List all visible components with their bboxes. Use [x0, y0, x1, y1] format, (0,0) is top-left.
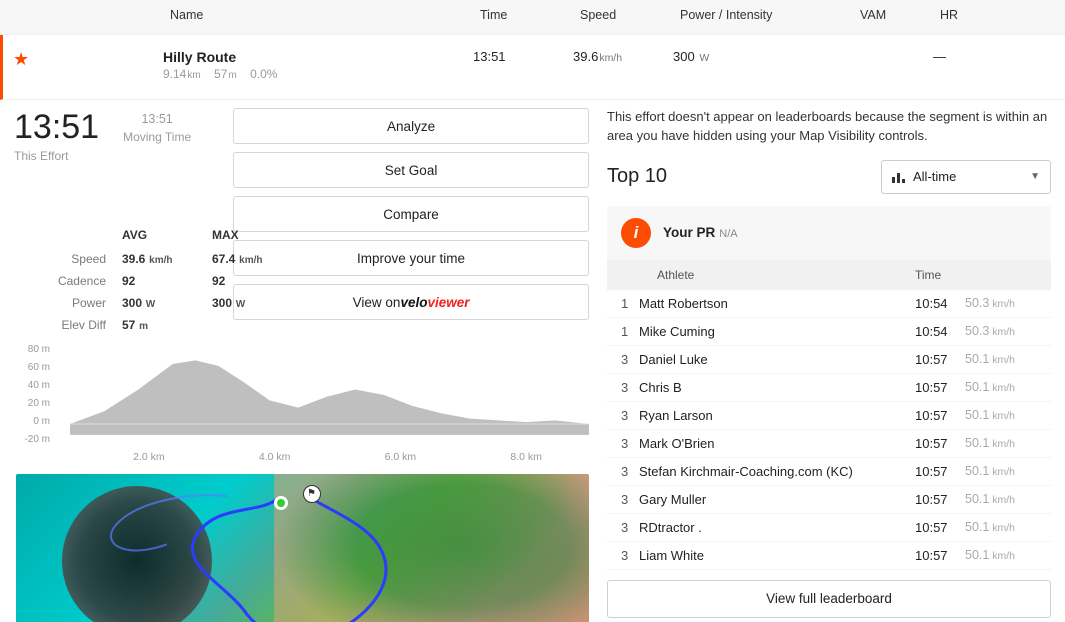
elevation-chart: 80 m 60 m 40 m 20 m 0 m -20 m 2.0 km 4.0 km 6.0… [14, 344, 589, 464]
segment-speed: 39.6km/h [573, 49, 673, 64]
view-full-leaderboard-button[interactable]: View full leaderboard [607, 580, 1051, 618]
elev-x-tick: 4.0 km [259, 451, 291, 463]
map-finish-marker-icon [303, 485, 321, 503]
elev-y-tick: 40 m [14, 380, 50, 391]
leaderboard-row[interactable]: 3Stefan Kirchmair-Coaching.com (KC)10:57… [607, 458, 1051, 486]
chevron-down-icon: ▼ [1030, 171, 1040, 182]
analyze-button[interactable]: Analyze [233, 108, 589, 144]
map-start-marker-icon [274, 496, 288, 510]
stat-row: Power300 W300 W [32, 296, 312, 310]
lb-hdr-athlete: Athlete [657, 268, 915, 282]
moving-time: 13:51 [123, 112, 191, 126]
hdr-vam: VAM [860, 8, 940, 22]
segment-time: 13:51 [473, 49, 573, 64]
leaderboard-row[interactable]: 3Ryan Larson10:5750.1 km/h [607, 402, 1051, 430]
elev-y-tick: 80 m [14, 344, 50, 355]
effort-time: 13:51 [14, 108, 99, 147]
leaderboard-row[interactable]: 1Matt Robertson10:5450.3 km/h [607, 290, 1051, 318]
segment-subline: 9.14km 57m 0.0% [163, 67, 473, 81]
elev-y-tick: 0 m [14, 416, 50, 427]
elev-y-tick: 60 m [14, 362, 50, 373]
leaderboard-row[interactable]: 1Mike Cuming10:5450.3 km/h [607, 318, 1051, 346]
segment-row[interactable]: ★ Hilly Route 9.14km 57m 0.0% 13:51 39.6… [0, 35, 1065, 100]
stat-row: Speed39.6 km/h67.4 km/h [32, 252, 312, 266]
hdr-hr: HR [940, 8, 1000, 22]
hdr-time: Time [480, 8, 580, 22]
segment-hr: — [933, 49, 993, 64]
leaderboard-row[interactable]: 3Daniel Luke10:5750.1 km/h [607, 346, 1051, 374]
segment-name: Hilly Route [163, 49, 473, 65]
pr-badge-icon: i [621, 218, 651, 248]
leaderboard-row[interactable]: 3Mark O'Brien10:5750.1 km/h [607, 430, 1051, 458]
leaderboard: Athlete Time 1Matt Robertson10:5450.3 km… [607, 260, 1051, 570]
elev-x-tick: 8.0 km [510, 451, 542, 463]
hdr-name: Name [170, 8, 480, 22]
timeframe-selector[interactable]: All-time ▼ [881, 160, 1051, 194]
segment-map[interactable] [16, 474, 589, 622]
set-goal-button[interactable]: Set Goal [233, 152, 589, 188]
leaderboard-row[interactable]: 3Liam White10:5750.1 km/h [607, 542, 1051, 570]
leaderboard-notice: This effort doesn't appear on leaderboar… [607, 108, 1051, 146]
elev-x-tick: 6.0 km [385, 451, 417, 463]
top10-title: Top 10 [607, 165, 667, 188]
leaderboard-row[interactable]: 3Chris B10:5750.1 km/h [607, 374, 1051, 402]
elev-x-tick: 2.0 km [133, 451, 165, 463]
bars-icon [892, 171, 905, 183]
moving-time-label: Moving Time [123, 130, 191, 144]
leaderboard-row[interactable]: 3Gary Muller10:5750.1 km/h [607, 486, 1051, 514]
lb-hdr-time: Time [915, 268, 975, 282]
hdr-speed: Speed [580, 8, 680, 22]
segment-power: 300 W [673, 49, 853, 64]
hdr-power: Power / Intensity [680, 8, 860, 22]
star-icon[interactable]: ★ [13, 49, 37, 70]
compare-button[interactable]: Compare [233, 196, 589, 232]
stat-row: Elev Diff57 m [32, 318, 312, 332]
segment-list-header: Name Time Speed Power / Intensity VAM HR [0, 0, 1065, 35]
leaderboard-row[interactable]: 3RDtractor .10:5750.1 km/h [607, 514, 1051, 542]
your-pr-row[interactable]: i Your PRN/A [607, 206, 1051, 260]
elev-y-tick: 20 m [14, 398, 50, 409]
elev-y-tick: -20 m [14, 434, 50, 445]
effort-time-label: This Effort [14, 149, 99, 163]
stat-row: Cadence9292 [32, 274, 312, 288]
